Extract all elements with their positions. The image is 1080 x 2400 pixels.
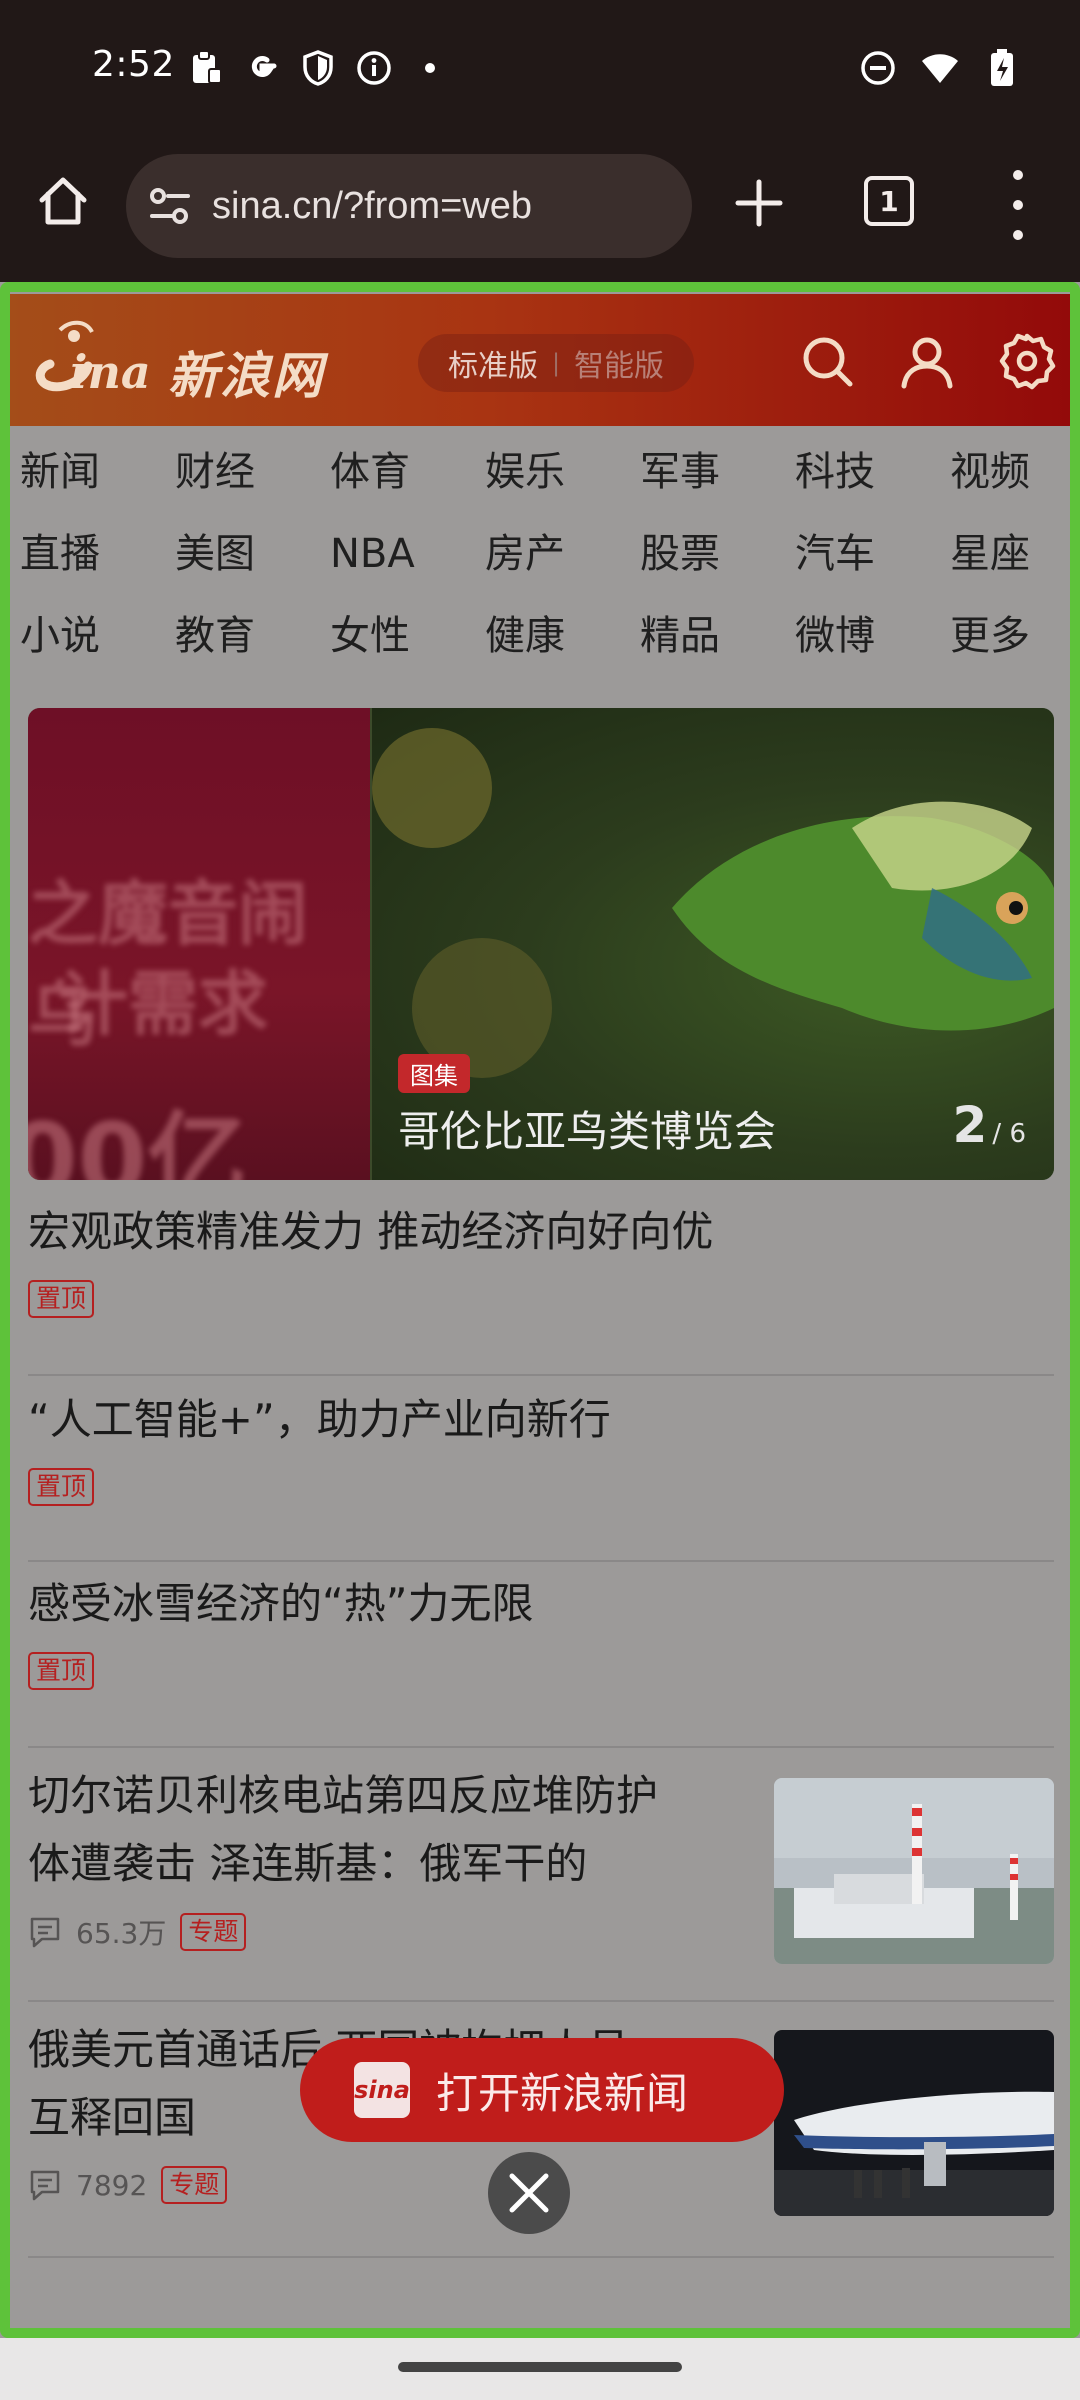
previous-slide-image: 之魔音闹乌 计需求 00亿 [28,708,370,1180]
nav-item[interactable]: 体育 [330,442,485,502]
home-button[interactable] [30,168,96,234]
news-title[interactable]: 感受冰雪经济的“热”力无限 [28,1570,1054,1638]
sina-logo[interactable]: ina 新浪网 [30,316,330,406]
smart-version-button[interactable]: 智能版 [574,341,664,385]
nav-item[interactable]: 汽车 [795,524,950,584]
clipboard-icon [186,48,226,88]
new-tab-button[interactable] [728,172,790,234]
hero-carousel[interactable]: 之魔音闹乌 计需求 00亿 图集 哥伦比亚鸟类博览会 2 / 6 [28,708,1054,1180]
site-header: ina 新浪网 标准版 | 智能版 [10,294,1070,426]
menu-dot-icon [1013,230,1023,240]
home-icon [39,177,87,225]
google-icon [242,48,282,88]
nav-item[interactable]: 军事 [640,442,795,502]
nav-item[interactable]: 股票 [640,524,795,584]
sina-eye-logo-icon: ina [35,320,151,399]
menu-dot-icon [1013,200,1023,210]
svg-text:ina: ina [70,345,151,399]
pinned-tag: 置顶 [28,1652,95,1690]
slide-current: 2 [952,1096,988,1154]
nav-item[interactable]: 精品 [640,606,795,666]
navigation-bar [0,2338,1080,2400]
search-icon[interactable] [798,332,856,390]
nav-item[interactable]: 财经 [175,442,330,502]
slide-total: / 6 [992,1119,1026,1149]
menu-button[interactable] [1000,170,1036,240]
open-app-button[interactable]: sina 打开新浪新闻 [300,2038,784,2142]
news-item[interactable]: 切尔诺贝利核电站第四反应堆防护 体遭袭击 泽连斯基：俄军干的 65.3万 专题 [28,1750,1054,2002]
nav-item[interactable]: 直播 [20,524,175,584]
version-separator: | [551,349,561,377]
nav-item[interactable]: 星座 [950,524,1080,584]
topic-tag: 专题 [161,2166,228,2204]
nav-item[interactable]: 微博 [795,606,950,666]
news-title[interactable]: “人工智能+”，助力产业向新行 [28,1386,1054,1454]
page-viewport: ina 新浪网 标准版 | 智能版 新闻 财经 体育 娱乐 军事 科技 视频 直… [0,282,1080,2338]
nav-item[interactable]: 女性 [330,606,485,666]
news-title[interactable]: 宏观政策精准发力 推动经济向好向优 [28,1198,1054,1266]
comment-icon [30,2170,60,2201]
open-app-label: 打开新浪新闻 [436,2068,689,2118]
slide-text: 00亿 [28,1101,248,1180]
pinned-tag: 置顶 [28,1280,95,1318]
nav-item[interactable]: 教育 [175,606,330,666]
nav-item[interactable]: 娱乐 [485,442,640,502]
power-plant-photo [774,1778,1054,1964]
info-icon [354,48,394,88]
nav-item[interactable]: 美图 [175,524,330,584]
close-icon [509,2173,549,2213]
site-settings-icon[interactable] [146,182,194,230]
version-toggle[interactable]: 标准版 | 智能版 [418,334,694,392]
gallery-badge: 图集 [398,1054,470,1093]
nav-item[interactable]: 更多 [950,606,1080,666]
status-icons-left [186,48,450,88]
hero-title[interactable]: 哥伦比亚鸟类博览会 [398,1098,776,1159]
status-bar: 2:52 [0,0,1080,136]
slide-counter: 2 / 6 [953,1096,1026,1154]
comment-count: 7892 [76,2168,148,2202]
shield-icon [298,48,338,88]
nav-item[interactable]: 房产 [485,524,640,584]
browser-toolbar: sina.cn/?from=web 1 [0,136,1080,282]
gesture-handle[interactable] [398,2362,682,2372]
news-item[interactable]: “人工智能+”，助力产业向新行 置顶 [28,1378,1054,1562]
nav-item[interactable]: 视频 [950,442,1080,502]
nav-item[interactable]: 科技 [795,442,950,502]
status-time: 2:52 [92,44,175,85]
nav-item[interactable]: 新闻 [20,442,175,502]
news-item[interactable]: 感受冰雪经济的“热”力无限 置顶 [28,1564,1054,1748]
channel-nav: 新闻 财经 体育 娱乐 军事 科技 视频 直播 美图 NBA 房产 股票 汽车 … [20,442,1060,666]
nav-item[interactable]: 健康 [485,606,640,666]
standard-version-button[interactable]: 标准版 [448,341,538,385]
address-bar[interactable]: sina.cn/?from=web [126,154,692,258]
comment-icon [30,1917,60,1948]
nav-item[interactable]: 小说 [20,606,175,666]
settings-icon[interactable] [998,332,1056,390]
wifi-icon [920,48,960,88]
news-thumbnail[interactable] [774,1778,1054,1964]
user-icon[interactable] [898,332,956,390]
slide-text: 计需求 [58,963,268,1045]
news-thumbnail[interactable] [774,2030,1054,2216]
nav-item[interactable]: NBA [330,524,485,584]
logo-text: 新浪网 [168,347,324,405]
battery-icon [982,48,1022,88]
pinned-tag: 置顶 [28,1468,95,1506]
status-icons-right [858,48,1022,88]
topic-tag: 专题 [180,1913,247,1951]
sina-app-icon: sina [354,2062,410,2118]
close-promo-button[interactable] [488,2152,570,2234]
dot-icon [410,48,450,88]
plus-icon [735,179,783,227]
url-text: sina.cn/?from=web [212,184,532,227]
menu-dot-icon [1013,170,1023,180]
news-item[interactable]: 宏观政策精准发力 推动经济向好向优 置顶 [28,1194,1054,1376]
airplane-photo [774,2030,1054,2216]
tab-switcher-button[interactable]: 1 [864,176,914,226]
news-title-line[interactable]: 切尔诺贝利核电站第四反应堆防护 [28,1762,748,1830]
comment-count: 65.3万 [76,1917,167,1950]
dnd-icon [858,48,898,88]
news-title-line[interactable]: 体遭袭击 泽连斯基：俄军干的 [28,1830,748,1898]
